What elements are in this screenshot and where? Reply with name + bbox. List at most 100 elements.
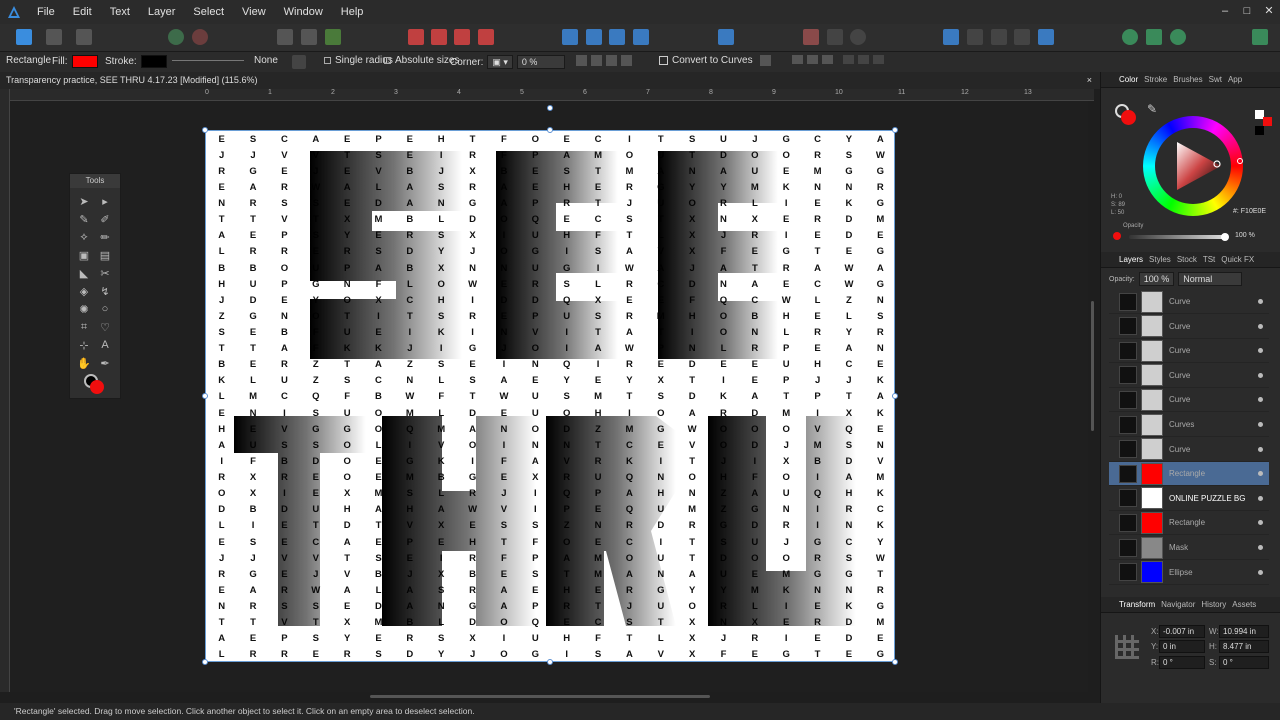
layer-row[interactable]: Mask [1109, 536, 1269, 560]
pen-icon[interactable]: ✎ [77, 212, 91, 226]
menu-help[interactable]: Help [332, 6, 373, 18]
tab-text-styles[interactable]: TSt [1203, 255, 1215, 264]
horizontal-ruler[interactable]: 0 1 2 3 4 5 6 7 8 9 10 11 12 13 [10, 89, 1094, 101]
spiral-icon[interactable]: ✺ [77, 302, 91, 316]
pixel-align-icon[interactable] [325, 29, 341, 45]
assistant-icon[interactable] [1146, 29, 1162, 45]
align-left-ctx-icon[interactable] [792, 55, 803, 64]
visibility-toggle[interactable] [1258, 545, 1263, 550]
y-field[interactable]: 0 in [1159, 640, 1205, 653]
boolean-help-icon[interactable] [850, 29, 866, 45]
shear-field[interactable]: 0 ° [1219, 656, 1269, 669]
tab-color[interactable]: Color [1119, 75, 1138, 84]
heart-icon[interactable]: ♡ [98, 320, 112, 334]
resize-icon[interactable] [606, 55, 617, 66]
layer-row[interactable]: ONLINE PUZZLE BG [1109, 487, 1269, 511]
maximize-button[interactable]: □ [1236, 0, 1258, 24]
menu-edit[interactable]: Edit [64, 6, 101, 18]
anchor-grid-icon[interactable] [1115, 635, 1139, 659]
selection-handle-tl[interactable] [202, 127, 208, 133]
hue-handle[interactable] [1237, 158, 1243, 164]
blend-mode-select[interactable]: Normal [1178, 272, 1243, 286]
tab-stroke[interactable]: Stroke [1144, 75, 1167, 84]
export-persona-icon[interactable] [76, 29, 92, 45]
tab-appearance[interactable]: App [1228, 75, 1242, 84]
align-top-ctx-icon[interactable] [843, 55, 854, 64]
opacity-value[interactable]: 100 % [1235, 232, 1255, 239]
designer-persona-icon[interactable] [16, 29, 32, 45]
menu-text[interactable]: Text [101, 6, 139, 18]
rotation-handle[interactable] [547, 105, 553, 111]
align-left-icon[interactable] [718, 29, 734, 45]
pencil-icon[interactable]: ✐ [98, 212, 112, 226]
transform-origin-icon[interactable] [277, 29, 293, 45]
align-bottom-ctx-icon[interactable] [873, 55, 884, 64]
layer-row[interactable]: Curve [1109, 364, 1269, 388]
text-icon[interactable]: A [98, 338, 112, 352]
selection-handle-mr[interactable] [892, 393, 898, 399]
layer-row[interactable]: Curve [1109, 290, 1269, 314]
vertical-ruler[interactable] [0, 89, 10, 692]
layer-opacity-field[interactable]: 100 % [1138, 272, 1175, 286]
fill-icon[interactable]: ▣ [77, 248, 91, 262]
tab-layers[interactable]: Layers [1119, 255, 1143, 264]
opacity-slider[interactable] [1129, 233, 1229, 241]
selection-handle-bc[interactable] [547, 659, 553, 665]
retouch-icon[interactable]: ↯ [98, 284, 112, 298]
align-right-ctx-icon[interactable] [822, 55, 833, 64]
menu-select[interactable]: Select [184, 6, 233, 18]
insert-above-icon[interactable] [967, 29, 983, 45]
tab-history[interactable]: History [1201, 600, 1226, 609]
artboard-rectangle[interactable]: ESCAEPEHTFOECITSUJGCYAJJVVTSEIRFPAMOUTDO… [205, 130, 895, 662]
flip-vertical-icon[interactable] [586, 29, 602, 45]
stroke-width-slider[interactable] [172, 60, 244, 61]
selection-handle-tc[interactable] [547, 127, 553, 133]
insert-below-icon[interactable] [991, 29, 1007, 45]
visibility-toggle[interactable] [1258, 495, 1263, 501]
menu-layer[interactable]: Layer [139, 6, 185, 18]
tab-styles[interactable]: Styles [1149, 255, 1171, 264]
stroke-swatch[interactable] [140, 55, 167, 68]
tab-brushes[interactable]: Brushes [1173, 75, 1202, 84]
fill-stroke-swatch[interactable] [1115, 104, 1137, 126]
selection-handle-ml[interactable] [202, 393, 208, 399]
tab-assets[interactable]: Assets [1232, 600, 1256, 609]
visibility-toggle[interactable] [1258, 323, 1263, 329]
visibility-toggle[interactable] [1258, 569, 1263, 575]
snap-icon[interactable] [576, 55, 587, 66]
crop-icon[interactable]: ⌗ [77, 320, 91, 334]
minimize-button[interactable]: – [1214, 0, 1236, 24]
gear-icon[interactable] [292, 55, 306, 69]
hex-value[interactable]: #: F10E0E [1233, 208, 1266, 215]
group-icon[interactable] [1038, 29, 1054, 45]
absolute-sizes-checkbox[interactable] [384, 57, 391, 64]
document-tab[interactable]: Transparency practice, SEE THRU 4.17.23 … [0, 72, 1100, 89]
horizontal-scrollbar[interactable] [10, 692, 1094, 700]
color-swatches[interactable] [84, 374, 106, 396]
zoom-icon[interactable]: ✒ [98, 356, 112, 370]
align-middle-ctx-icon[interactable] [858, 55, 869, 64]
menu-window[interactable]: Window [275, 6, 332, 18]
visibility-toggle[interactable] [1258, 372, 1263, 378]
insert-layer-icon[interactable] [943, 29, 959, 45]
align-center-ctx-icon[interactable] [807, 55, 818, 64]
visibility-toggle[interactable] [1258, 422, 1263, 427]
arrange-backward-icon[interactable] [431, 29, 447, 45]
convert-to-curves-button[interactable]: Convert to Curves [672, 55, 753, 66]
arrange-front-icon[interactable] [478, 29, 494, 45]
corner-type-select[interactable]: ▣ ▾ [487, 55, 513, 69]
tab-stock[interactable]: Stock [1177, 255, 1197, 264]
brush-icon[interactable]: ⟡ [77, 230, 91, 244]
arrange-forward-icon[interactable] [454, 29, 470, 45]
transform-icon[interactable] [760, 55, 771, 66]
gradient-icon[interactable]: ▤ [98, 248, 112, 262]
fill-swatch[interactable] [71, 55, 98, 68]
x-field[interactable]: -0.007 in [1159, 625, 1205, 638]
single-radius-checkbox[interactable] [324, 57, 331, 64]
boolean-add-icon[interactable] [803, 29, 819, 45]
align-icon[interactable] [301, 29, 317, 45]
vertical-scrollbar[interactable] [1088, 101, 1098, 692]
bounds-icon[interactable] [621, 55, 632, 66]
rotation-field[interactable]: 0 ° [1159, 656, 1205, 669]
erase-icon[interactable]: ✂ [98, 266, 112, 280]
